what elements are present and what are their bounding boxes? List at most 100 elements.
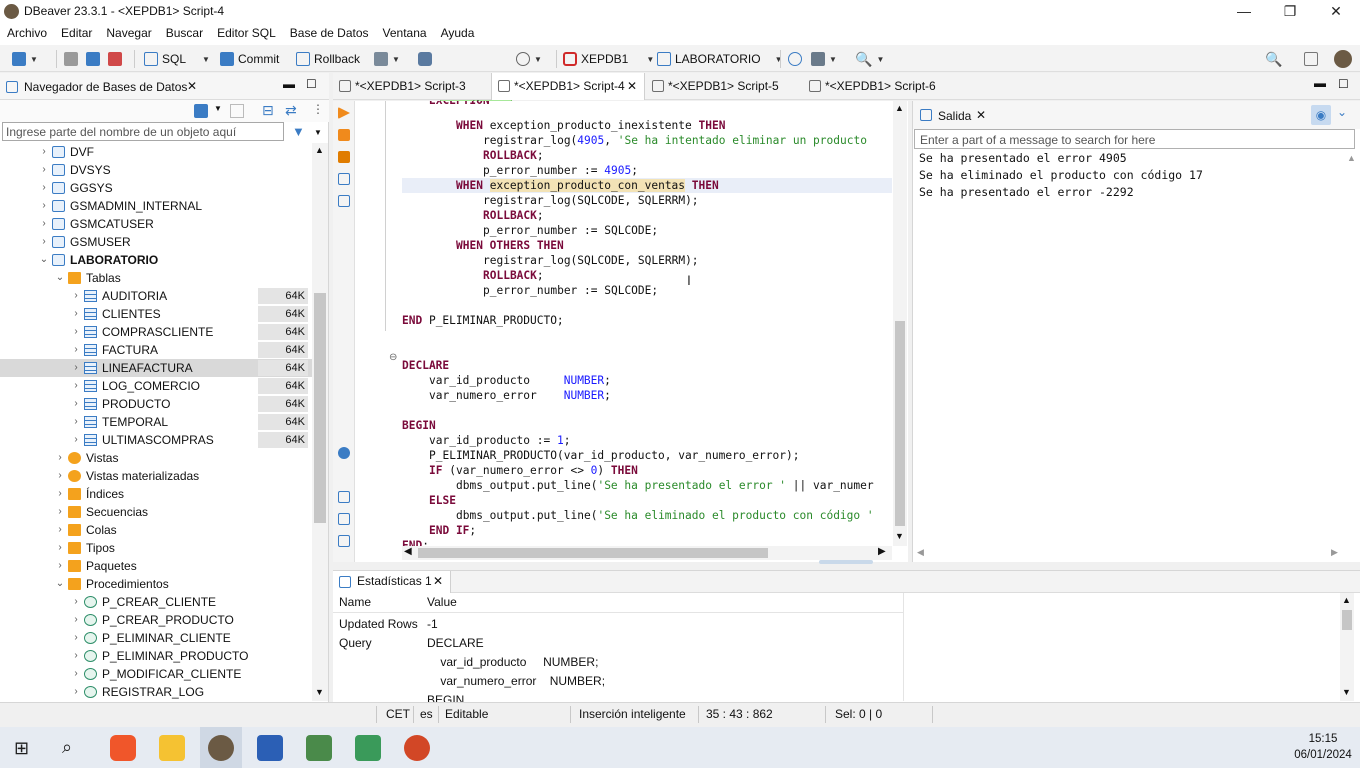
tree-item[interactable]: › P_MODIFICAR_CLIENTE: [0, 665, 312, 683]
chevron-right-icon[interactable]: ›: [71, 359, 81, 377]
chevron-right-icon[interactable]: ›: [39, 197, 49, 215]
tab-script-4[interactable]: *<XEPDB1> Script-4 ✕: [491, 73, 645, 100]
tree-item[interactable]: › ULTIMASCOMPRAS 64K: [0, 431, 312, 449]
column-header-name[interactable]: Name: [339, 593, 371, 612]
tree-item[interactable]: › AUDITORIA 64K: [0, 287, 312, 305]
statistics-scrollbar[interactable]: ▲ ▼: [1340, 593, 1354, 701]
menu-editar[interactable]: Editar: [54, 23, 99, 40]
search-icon[interactable]: ⌕: [62, 737, 72, 758]
tab-script-5[interactable]: *<XEPDB1> Script-5: [646, 73, 802, 100]
chevron-down-icon[interactable]: ⌄: [39, 251, 49, 269]
tree-item[interactable]: › Paquetes: [0, 557, 312, 575]
view-menu-icon[interactable]: ⋮: [312, 102, 324, 116]
editor-horizontal-scrollbar[interactable]: ◀ ▶: [402, 546, 892, 560]
dashboard-button[interactable]: [788, 50, 802, 68]
close-icon[interactable]: ✕: [976, 108, 986, 122]
scroll-right-icon[interactable]: ▶: [1331, 547, 1338, 558]
minimize-panel-icon[interactable]: ▬: [283, 77, 295, 91]
table-row[interactable]: Query DECLARE: [333, 634, 903, 653]
dbeaver-taskbar-icon[interactable]: [208, 735, 234, 761]
tree-item[interactable]: ⌄ LABORATORIO: [0, 251, 312, 269]
collapse-block-icon[interactable]: ⊖: [389, 352, 397, 363]
tree-item[interactable]: › P_ELIMINAR_CLIENTE: [0, 629, 312, 647]
close-icon[interactable]: ✕: [187, 79, 197, 93]
rollback-button[interactable]: Rollback: [296, 50, 360, 68]
chevron-right-icon[interactable]: ›: [39, 161, 49, 179]
editor-hscroll-thumb[interactable]: [418, 548, 768, 558]
maximize-panel-icon[interactable]: ☐: [306, 77, 317, 91]
chevron-right-icon[interactable]: ›: [55, 539, 65, 557]
tree-item[interactable]: › PRODUCTO 64K: [0, 395, 312, 413]
active-schema-selector[interactable]: LABORATORIO ▼: [657, 50, 783, 68]
tree-item[interactable]: › LINEAFACTURA 64K: [0, 359, 312, 377]
lock-button[interactable]: [418, 50, 432, 68]
statistics-scroll-thumb[interactable]: [1342, 610, 1352, 630]
chevron-right-icon[interactable]: ›: [55, 557, 65, 575]
maximize-button[interactable]: ❐: [1267, 0, 1313, 23]
output-tab[interactable]: Salida ✕ ◉ ⌄: [913, 101, 1360, 129]
tree-item[interactable]: › DVSYS: [0, 161, 312, 179]
tree-item[interactable]: › GSMUSER: [0, 233, 312, 251]
chevron-right-icon[interactable]: ›: [55, 449, 65, 467]
navigator-filter-input[interactable]: Ingrese parte del nombre de un objeto aq…: [2, 122, 284, 141]
scroll-up-icon[interactable]: ▲: [315, 145, 324, 155]
maximize-panel-icon[interactable]: ☐: [1338, 77, 1349, 91]
tree-item[interactable]: › DVF: [0, 143, 312, 161]
tree-item[interactable]: ⌄ Tablas: [0, 269, 312, 287]
chevron-down-icon[interactable]: ⌄: [55, 575, 65, 593]
new-connection-icon[interactable]: [194, 104, 208, 118]
menu-navegar[interactable]: Navegar: [99, 23, 158, 40]
brave-browser-icon[interactable]: [110, 735, 136, 761]
tree-item[interactable]: › Colas: [0, 521, 312, 539]
chevron-right-icon[interactable]: ›: [39, 215, 49, 233]
chevron-right-icon[interactable]: ›: [71, 305, 81, 323]
tab-script-6[interactable]: *<XEPDB1> Script-6: [803, 73, 963, 100]
tree-item[interactable]: › GSMADMIN_INTERNAL: [0, 197, 312, 215]
connect-button[interactable]: [64, 50, 78, 68]
output-search-input[interactable]: Enter a part of a message to search for …: [914, 129, 1355, 149]
chevron-right-icon[interactable]: ›: [71, 683, 81, 701]
column-header-value[interactable]: Value: [427, 593, 457, 612]
chevron-down-icon[interactable]: ⌄: [1337, 105, 1347, 119]
chevron-right-icon[interactable]: ›: [71, 629, 81, 647]
navigator-scrollbar[interactable]: ▲ ▼: [312, 143, 328, 701]
link-with-editor-icon[interactable]: ⇄: [285, 102, 297, 119]
chevron-down-icon[interactable]: ▼: [314, 128, 322, 137]
scroll-left-icon[interactable]: ◀: [404, 546, 412, 557]
tree-item[interactable]: › Índices: [0, 485, 312, 503]
active-connection-selector[interactable]: XEPDB1 ▼: [563, 50, 654, 68]
tree-item[interactable]: › P_CREAR_PRODUCTO: [0, 611, 312, 629]
tree-item[interactable]: › P_CREAR_CLIENTE: [0, 593, 312, 611]
tree-item[interactable]: › COMPRASCLIENTE 64K: [0, 323, 312, 341]
file-explorer-icon[interactable]: [159, 735, 185, 761]
editor-vertical-scrollbar[interactable]: ▲ ▼: [893, 101, 907, 546]
explain-plan-icon[interactable]: [338, 173, 350, 185]
scroll-down-icon[interactable]: ▼: [1342, 687, 1351, 697]
search-tool-button[interactable]: 🔍 ▼: [855, 50, 884, 68]
eye-icon[interactable]: ◉: [1311, 105, 1331, 125]
gear-icon[interactable]: [338, 447, 350, 459]
new-connection-button[interactable]: ▼: [12, 50, 38, 68]
scroll-up-icon[interactable]: ▲: [895, 103, 904, 113]
chevron-down-icon[interactable]: ▼: [214, 104, 222, 113]
scroll-up-icon[interactable]: ▲: [1347, 153, 1356, 163]
chevron-right-icon[interactable]: ›: [71, 431, 81, 449]
filter-icon[interactable]: ▼: [292, 124, 305, 139]
navigator-scroll-thumb[interactable]: [314, 293, 326, 523]
chevron-right-icon[interactable]: ›: [71, 413, 81, 431]
tree-item[interactable]: › Secuencias: [0, 503, 312, 521]
global-search-button[interactable]: 🔍: [1265, 50, 1282, 68]
table-row[interactable]: BEGIN: [333, 691, 903, 702]
chevron-right-icon[interactable]: ›: [55, 521, 65, 539]
minimize-button[interactable]: —: [1221, 0, 1267, 23]
format-icon[interactable]: [338, 535, 350, 547]
scroll-up-icon[interactable]: ▲: [1342, 595, 1351, 605]
tree-item[interactable]: › Vistas materializadas: [0, 467, 312, 485]
table-row[interactable]: var_numero_error NUMBER;: [333, 672, 903, 691]
chevron-right-icon[interactable]: ›: [55, 467, 65, 485]
scroll-down-icon[interactable]: ▼: [315, 687, 324, 697]
menu-base-de-datos[interactable]: Base de Datos: [283, 23, 376, 40]
chevron-right-icon[interactable]: ›: [71, 593, 81, 611]
chevron-right-icon[interactable]: ›: [39, 143, 49, 161]
sql-editor[interactable]: ⊖ EXCEPTION WHEN exception_producto_inexi…: [333, 101, 908, 564]
